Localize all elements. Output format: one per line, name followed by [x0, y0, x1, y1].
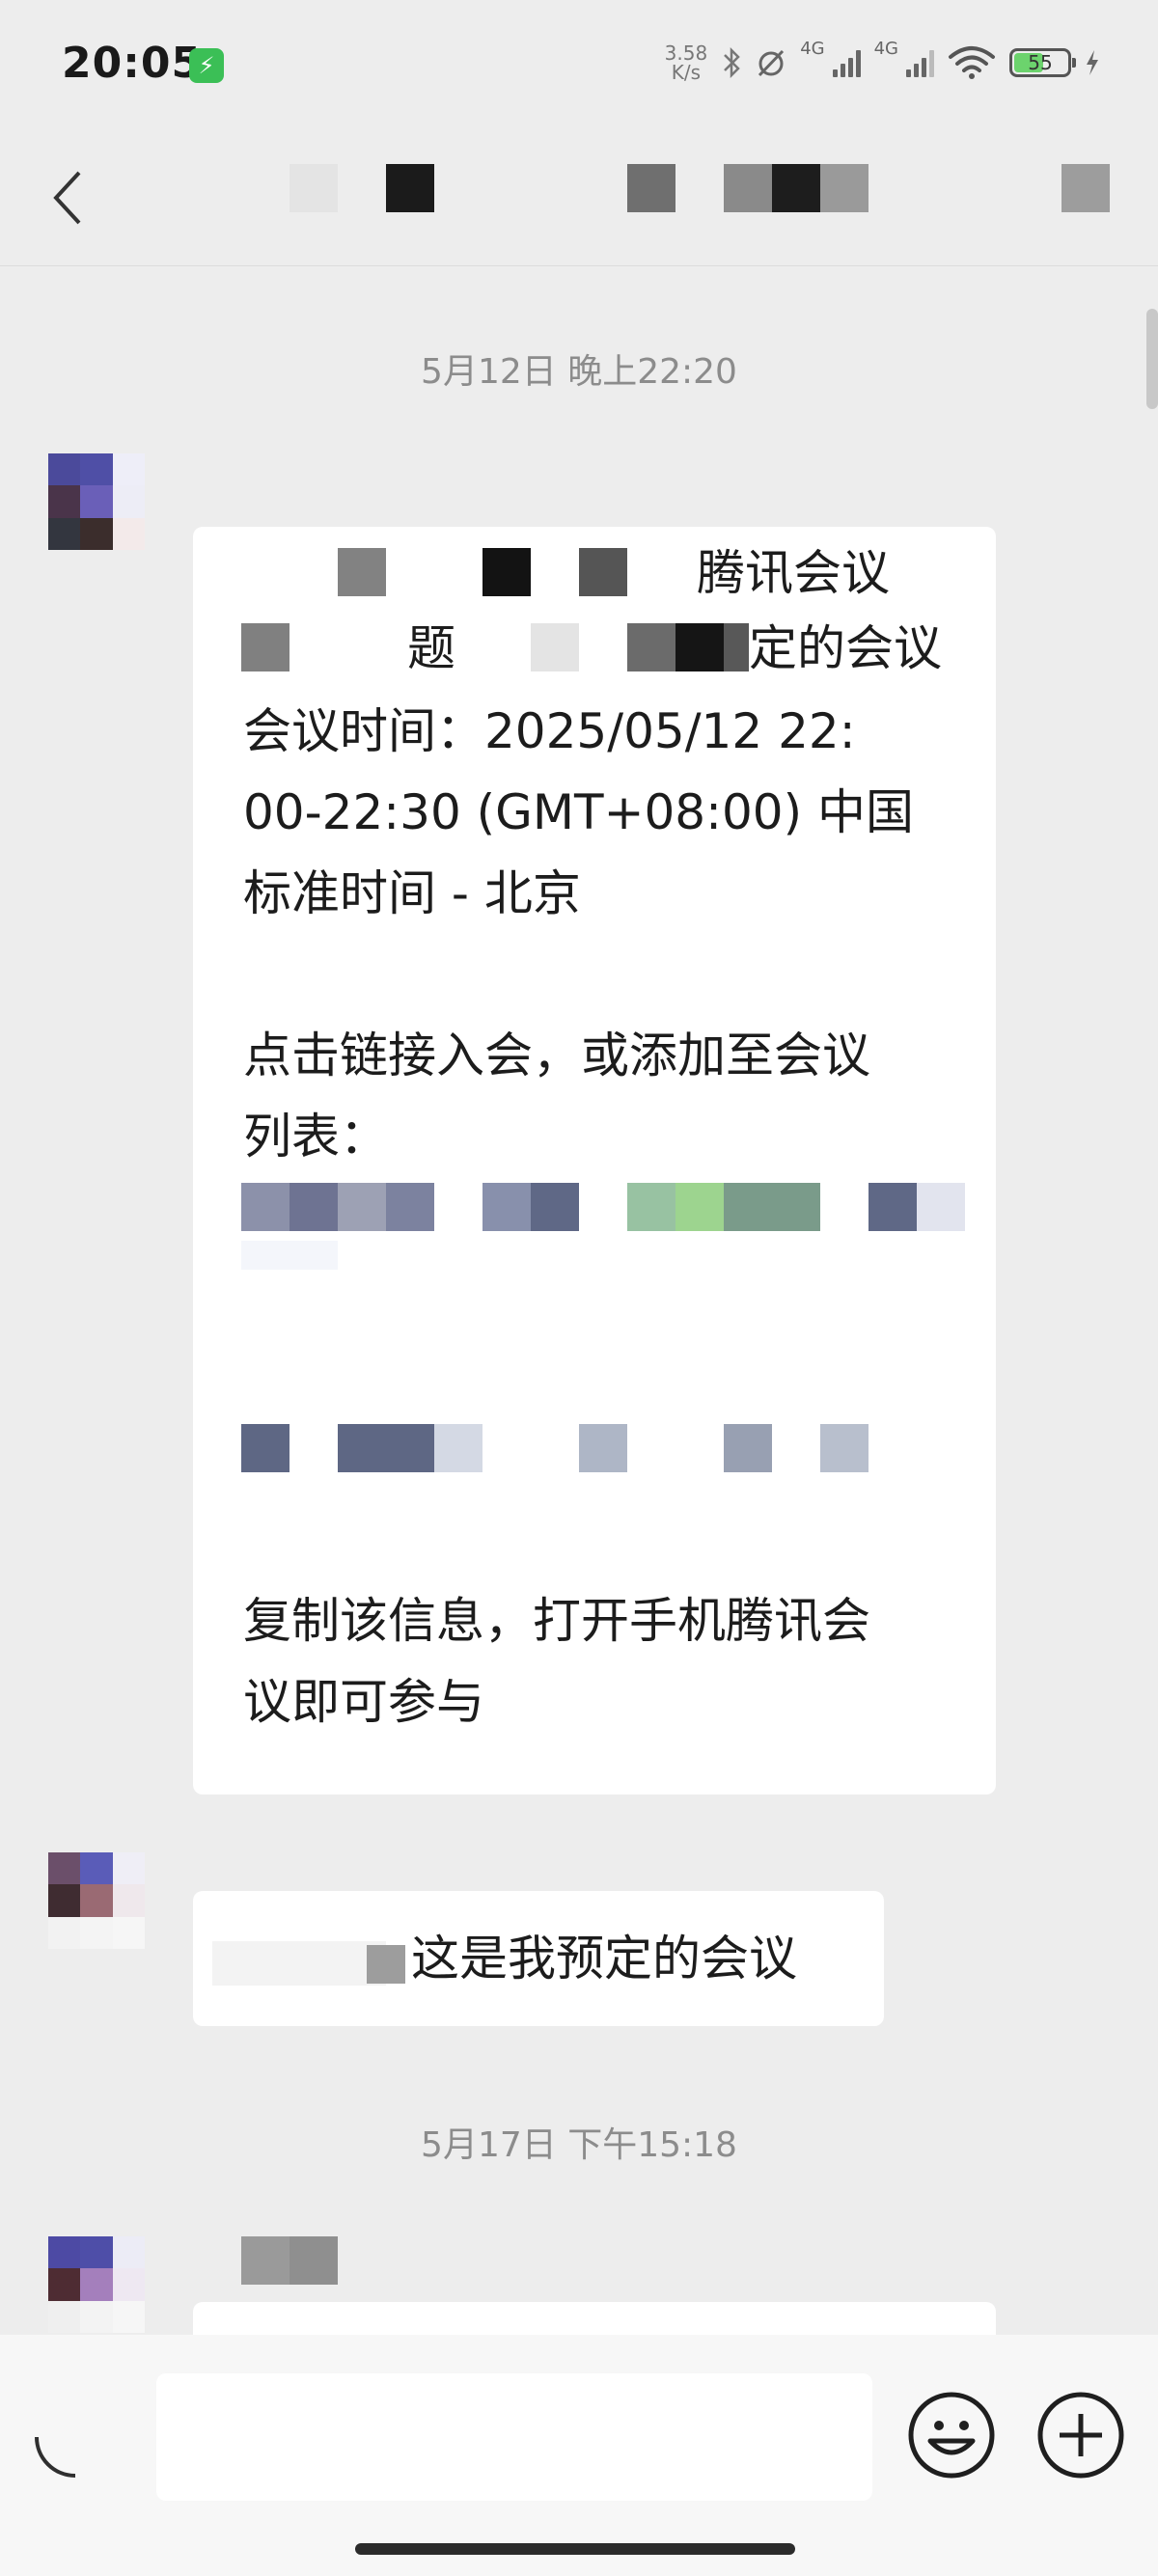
- signal-1-label: 4G: [800, 39, 825, 59]
- message-line: 标准时间 - 北京: [243, 865, 581, 921]
- message-line: 00-22:30 (GMT+08:00) 中国: [243, 784, 914, 840]
- network-speed: 3.58 K/s: [665, 43, 708, 82]
- message-bubble-meeting-invite[interactable]: 腾讯会议 题 定的会议 会议时间：2025/05/12 22: 00-22:30…: [193, 527, 996, 1795]
- message-bubble-partial[interactable]: [193, 2302, 996, 2335]
- signal-2-label: 4G: [873, 39, 898, 59]
- message-bubble[interactable]: 这是我预定的会议: [193, 1891, 884, 2026]
- home-indicator[interactable]: [355, 2543, 795, 2555]
- avatar[interactable]: [48, 2236, 145, 2333]
- battery-indicator: 55: [1009, 48, 1076, 77]
- charging-icon: ⚡: [189, 48, 224, 83]
- message-line: 定的会议: [749, 620, 942, 676]
- message-line: 列表：: [243, 1109, 388, 1165]
- network-speed-unit: K/s: [671, 61, 702, 84]
- timestamp: 5月12日 晚上22:20: [421, 352, 737, 392]
- voice-icon[interactable]: [35, 2437, 75, 2478]
- message-line: 题: [407, 620, 455, 676]
- message-line: 点击链接入会，或添加至会议: [243, 1028, 870, 1083]
- message-line: 会议时间：2025/05/12 22:: [243, 703, 856, 759]
- signal-2-icon: [906, 48, 934, 77]
- alarm-off-icon: [758, 49, 785, 77]
- back-button[interactable]: [39, 159, 96, 236]
- chevron-left-icon: [53, 171, 81, 225]
- chat-area[interactable]: 5月12日 晚上22:20 腾讯会议 题 定的会议 会议时间：2025/05/1…: [0, 266, 1158, 2335]
- message-line: 腾讯会议: [697, 545, 890, 601]
- status-time: 20:05: [62, 39, 203, 88]
- input-bar: [0, 2335, 1158, 2576]
- wifi-icon: [949, 46, 995, 79]
- signal-1-icon: [832, 48, 861, 77]
- status-bar: 20:05 ⚡ 3.58 K/s 4G 4G 55: [0, 0, 1158, 130]
- avatar[interactable]: [48, 1852, 145, 1949]
- message-input[interactable]: [156, 2373, 872, 2501]
- charging-bolt-icon: [1087, 50, 1098, 75]
- emoji-icon[interactable]: [907, 2391, 996, 2480]
- timestamp: 5月17日 下午15:18: [421, 2125, 737, 2165]
- message-line: 议即可参与: [243, 1674, 484, 1730]
- plus-circle-icon[interactable]: [1036, 2391, 1125, 2480]
- bluetooth-icon: [724, 46, 740, 79]
- battery-level: 55: [1028, 51, 1053, 74]
- message-text: 这是我预定的会议: [411, 1931, 797, 1987]
- avatar[interactable]: [48, 453, 145, 550]
- message-line: 复制该信息，打开手机腾讯会: [243, 1593, 870, 1649]
- status-icons: 3.58 K/s 4G 4G 55: [665, 39, 1100, 87]
- network-speed-value: 3.58: [664, 41, 708, 65]
- chat-header: [0, 130, 1158, 266]
